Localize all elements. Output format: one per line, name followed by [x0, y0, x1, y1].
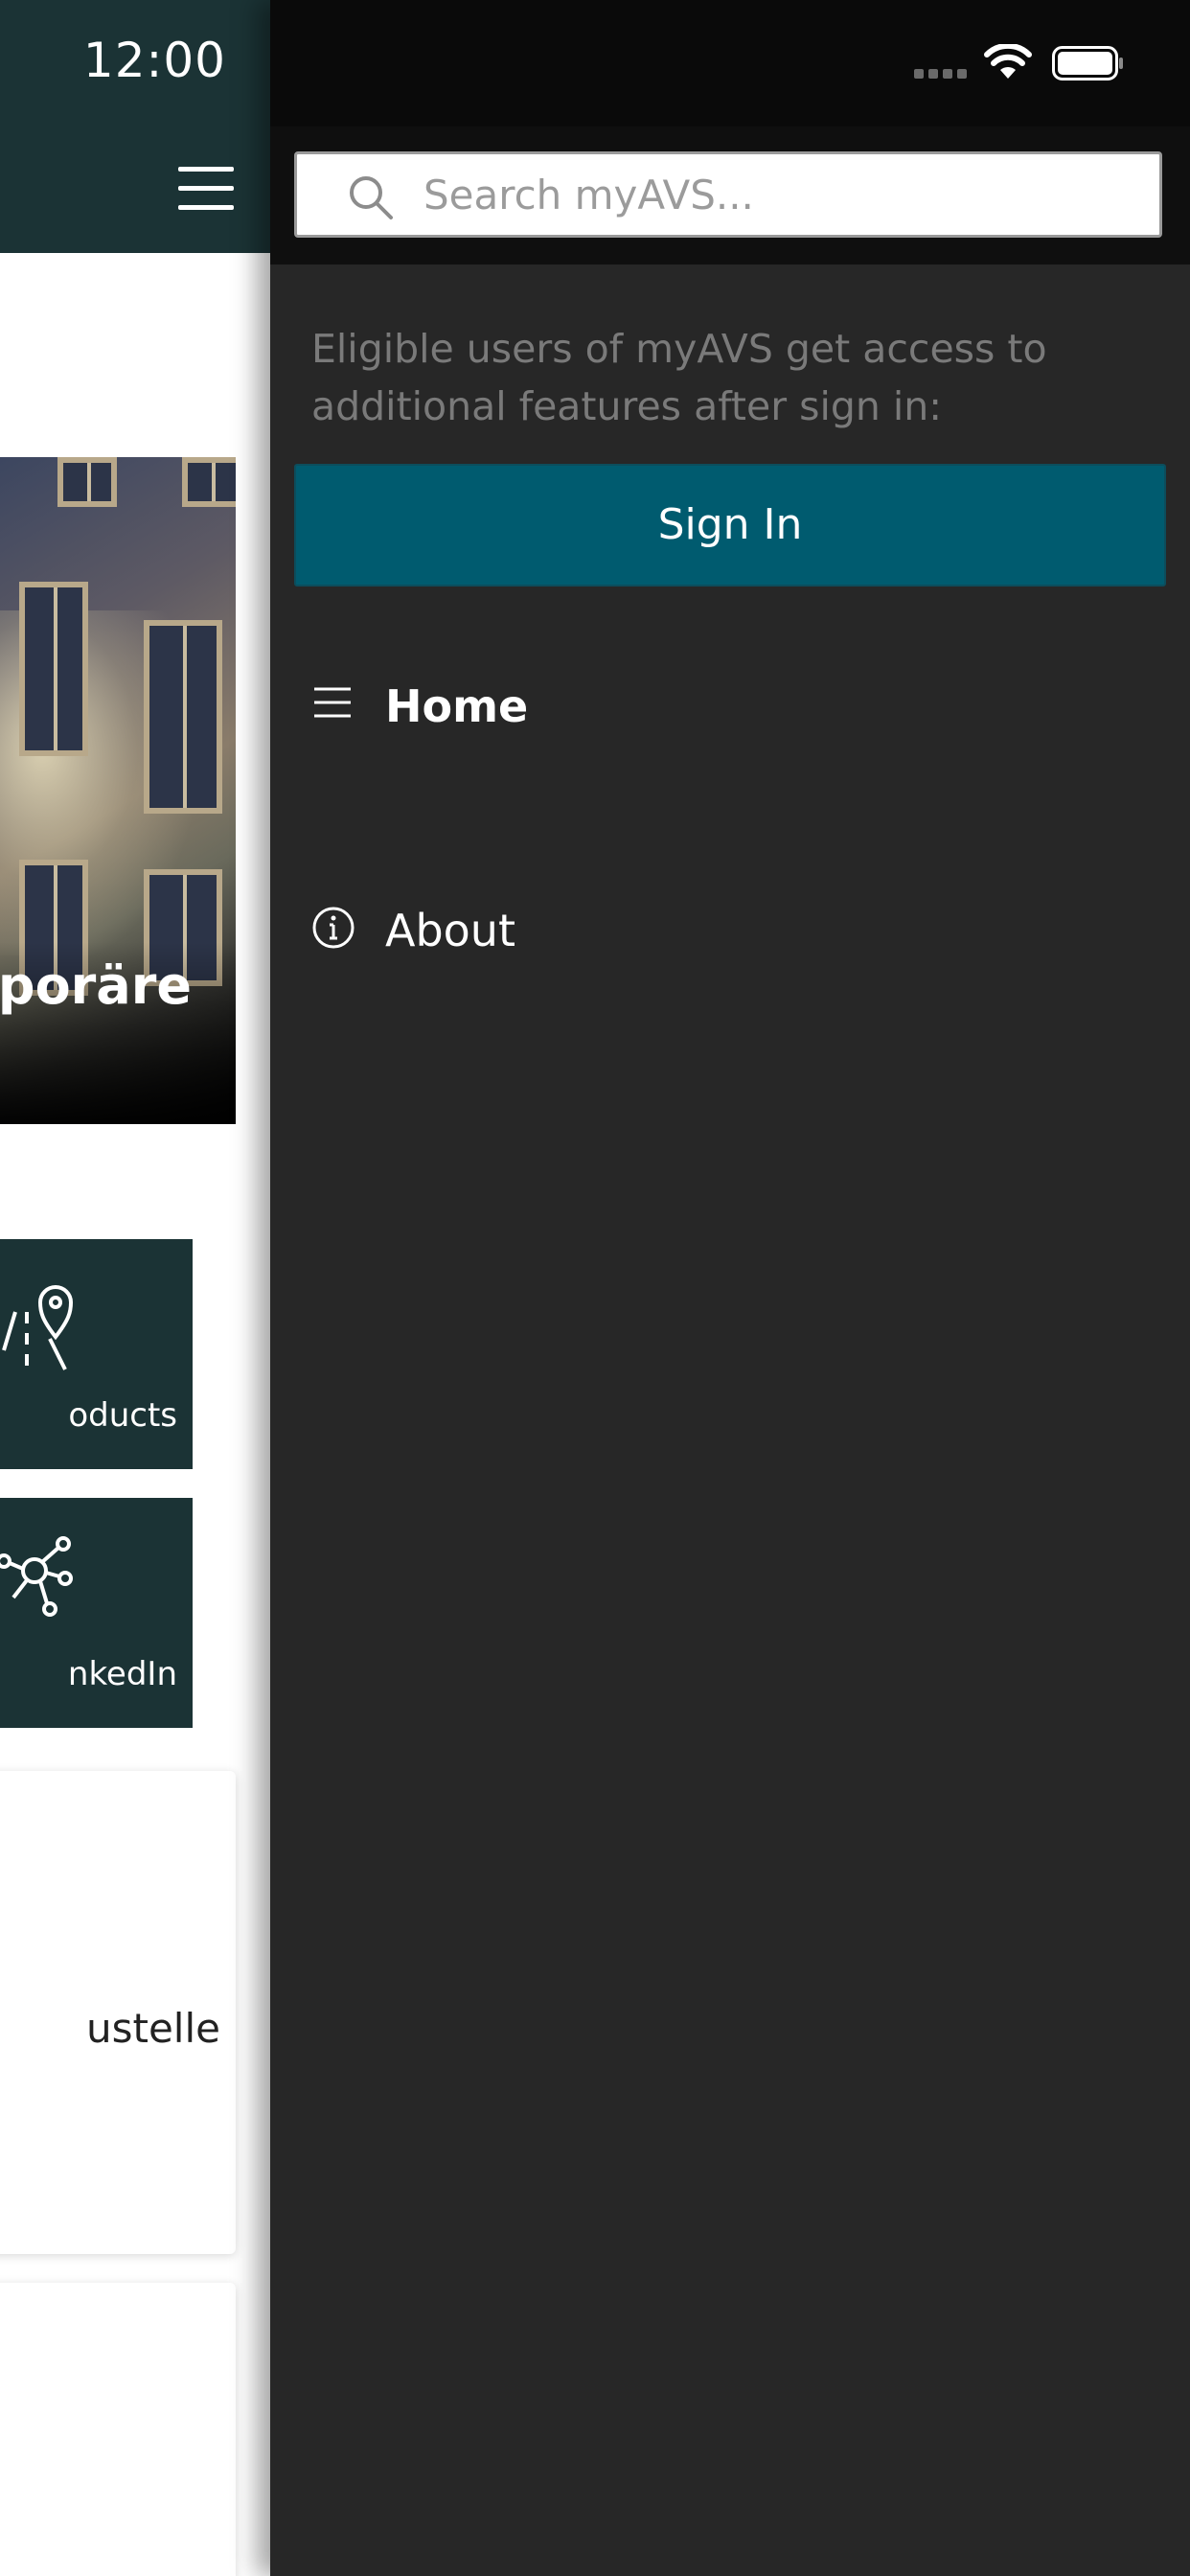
search-bar [270, 126, 1190, 264]
hero-window [57, 457, 117, 507]
tile-linkedin[interactable]: nkedIn [0, 1498, 193, 1728]
wifi-icon [984, 44, 1032, 79]
signal-strength-icon [914, 69, 968, 79]
map-pin-road-icon [2, 1285, 74, 1370]
tile-linkedin-label: nkedIn [67, 1655, 177, 1693]
content-card-text: ustelle [86, 2005, 220, 2052]
hero-window [182, 457, 236, 507]
nav-item-about[interactable]: About [270, 878, 1190, 983]
content-card[interactable] [0, 2283, 236, 2576]
nav-item-about-label: About [385, 905, 516, 956]
info-circle-icon [312, 907, 355, 949]
network-nodes-icon [0, 1536, 73, 1617]
search-box[interactable] [294, 151, 1162, 238]
nav-item-home-label: Home [385, 680, 529, 732]
screen: 12:00 nporäre [0, 0, 1190, 2576]
tile-products[interactable]: oducts [0, 1239, 193, 1469]
sign-in-button[interactable]: Sign In [294, 464, 1166, 586]
content-card[interactable]: ustelle [0, 1771, 236, 2254]
hero-window [19, 582, 88, 756]
list-icon [314, 687, 351, 718]
hero-banner[interactable]: nporäre [0, 457, 236, 1124]
search-input[interactable] [423, 154, 1133, 235]
app-content: 12:00 nporäre [0, 0, 270, 2576]
nav-item-home[interactable]: Home [270, 654, 1190, 759]
side-drawer: Eligible users of myAVS get access to ad… [270, 0, 1190, 2576]
hero-window [144, 620, 222, 814]
sign-in-info-text: Eligible users of myAVS get access to ad… [311, 326, 1047, 429]
hamburger-menu-icon[interactable] [178, 165, 234, 211]
search-icon [350, 176, 393, 219]
tile-products-label: oducts [68, 1396, 177, 1435]
battery-icon [1052, 46, 1123, 80]
status-time: 12:00 [82, 33, 226, 88]
status-bar [270, 0, 1190, 126]
hero-title: nporäre [0, 955, 192, 1016]
app-header: 12:00 [0, 0, 270, 253]
